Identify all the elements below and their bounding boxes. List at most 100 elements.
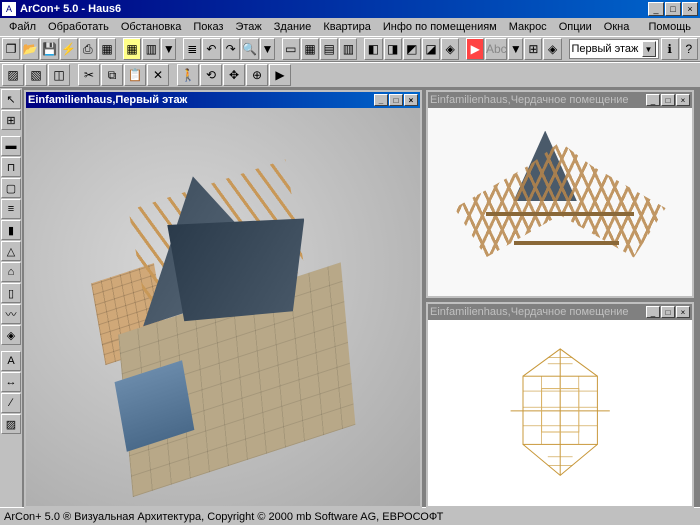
dropdown-a[interactable]: ▼ bbox=[161, 38, 176, 60]
rotate-button[interactable]: ⟲ bbox=[200, 64, 222, 86]
target-button[interactable]: ⊕ bbox=[246, 64, 268, 86]
door-tool[interactable]: ⊓ bbox=[1, 157, 21, 177]
cursor-tool[interactable]: ↖ bbox=[1, 89, 21, 109]
view-4[interactable]: ▥ bbox=[339, 38, 357, 60]
iso-3[interactable]: ◩ bbox=[403, 38, 421, 60]
view-1[interactable]: ▭ bbox=[282, 38, 300, 60]
t2-a[interactable]: ▨ bbox=[2, 64, 24, 86]
dropdown-zoom[interactable]: ▼ bbox=[260, 38, 275, 60]
child-min-atticplan[interactable]: _ bbox=[646, 306, 660, 318]
line-tool[interactable]: ∕ bbox=[1, 393, 21, 413]
t2-b[interactable]: ▧ bbox=[25, 64, 47, 86]
iso-2[interactable]: ◨ bbox=[384, 38, 402, 60]
save-button[interactable]: 💾 bbox=[40, 38, 58, 60]
terrain-tool[interactable]: 〰 bbox=[1, 304, 21, 324]
view-2[interactable]: ▦ bbox=[301, 38, 319, 60]
copy-button[interactable]: ⧉ bbox=[101, 64, 123, 86]
help-button[interactable]: ℹ bbox=[661, 38, 679, 60]
print-button[interactable]: ⎙ bbox=[79, 38, 97, 60]
t2-c[interactable]: ◫ bbox=[48, 64, 70, 86]
chevron-down-icon: ▼ bbox=[642, 41, 656, 57]
zoom-button[interactable]: 🔍 bbox=[241, 38, 259, 60]
view-3[interactable]: ▤ bbox=[320, 38, 338, 60]
tool-y[interactable]: ◈ bbox=[543, 38, 561, 60]
child-titlebar-atticplan[interactable]: Einfamilienhaus,Чердачное помещение _ □ … bbox=[428, 304, 692, 320]
menu-help[interactable]: Помощь bbox=[644, 20, 697, 34]
child-titlebar-main[interactable]: Einfamilienhaus,Первый этаж _ □ × bbox=[26, 92, 420, 108]
fill-tool[interactable]: ▨ bbox=[1, 414, 21, 434]
printpreview-button[interactable]: ▦ bbox=[98, 38, 116, 60]
attic-rafters bbox=[454, 131, 665, 272]
redo-button[interactable]: ↷ bbox=[222, 38, 240, 60]
walk-button[interactable]: 🚶 bbox=[177, 64, 199, 86]
menu-roominfo[interactable]: Инфо по помещениям bbox=[378, 20, 502, 34]
menu-furnish[interactable]: Обстановка bbox=[116, 20, 186, 34]
window-tool[interactable]: ▢ bbox=[1, 178, 21, 198]
wall-tool[interactable]: ▬ bbox=[1, 136, 21, 156]
child-titlebar-attic3d[interactable]: Einfamilienhaus,Чердачное помещение _ □ … bbox=[428, 92, 692, 108]
paste-button[interactable]: 📋 bbox=[124, 64, 146, 86]
mdi-area: Einfamilienhaus,Первый этаж _ □ × bbox=[22, 88, 700, 507]
child-close-attic3d[interactable]: × bbox=[676, 94, 690, 106]
child-max-atticplan[interactable]: □ bbox=[661, 306, 675, 318]
iso-1[interactable]: ◧ bbox=[364, 38, 382, 60]
floor-selector[interactable]: Первый этаж ▼ bbox=[569, 39, 659, 59]
text-tool[interactable]: A bbox=[1, 351, 21, 371]
maximize-button[interactable]: □ bbox=[665, 2, 681, 16]
menu-building[interactable]: Здание bbox=[269, 20, 317, 34]
iso-5[interactable]: ◈ bbox=[441, 38, 459, 60]
play-button[interactable]: ▶ bbox=[269, 64, 291, 86]
child-window-atticplan[interactable]: Einfamilienhaus,Чердачное помещение _ □ … bbox=[426, 302, 694, 508]
color-button[interactable]: Abc bbox=[485, 38, 507, 60]
child-min-main[interactable]: _ bbox=[374, 94, 388, 106]
child-max-main[interactable]: □ bbox=[389, 94, 403, 106]
undo-button[interactable]: ↶ bbox=[202, 38, 220, 60]
child-window-main[interactable]: Einfamilienhaus,Первый этаж _ □ × bbox=[24, 90, 422, 508]
menu-edit[interactable]: Обработать bbox=[43, 20, 114, 34]
menu-view[interactable]: Показ bbox=[188, 20, 228, 34]
child-close-main[interactable]: × bbox=[404, 94, 418, 106]
child-max-attic3d[interactable]: □ bbox=[661, 94, 675, 106]
menu-windows[interactable]: Окна bbox=[599, 20, 635, 34]
menu-floor[interactable]: Этаж bbox=[230, 20, 266, 34]
menu-options[interactable]: Опции bbox=[554, 20, 597, 34]
tool-x[interactable]: ⊞ bbox=[524, 38, 542, 60]
menu-file[interactable]: Файл bbox=[4, 20, 41, 34]
column-tool[interactable]: ▮ bbox=[1, 220, 21, 240]
layers-button[interactable]: ≣ bbox=[183, 38, 201, 60]
context-help-button[interactable]: ? bbox=[680, 38, 698, 60]
child-close-atticplan[interactable]: × bbox=[676, 306, 690, 318]
stair-tool[interactable]: ≡ bbox=[1, 199, 21, 219]
open-button[interactable]: 📂 bbox=[21, 38, 39, 60]
app-icon: A bbox=[2, 2, 16, 16]
child-title-atticplan: Einfamilienhaus,Чердачное помещение bbox=[430, 306, 629, 318]
toggle-b-button[interactable]: ▥ bbox=[142, 38, 160, 60]
vertical-toolbar: ↖ ⊞ ▬ ⊓ ▢ ≡ ▮ △ ⌂ ▯ 〰 ◈ A ↔ ∕ ▨ bbox=[0, 88, 22, 507]
minimize-button[interactable]: _ bbox=[648, 2, 664, 16]
move-button[interactable]: ✥ bbox=[223, 64, 245, 86]
iso-4[interactable]: ◪ bbox=[422, 38, 440, 60]
menu-macro[interactable]: Макрос bbox=[504, 20, 552, 34]
viewport-3d-attic[interactable] bbox=[428, 108, 692, 296]
roof-tool[interactable]: △ bbox=[1, 241, 21, 261]
bolt-button[interactable]: ⚡ bbox=[60, 38, 78, 60]
render-button[interactable]: ▶ bbox=[466, 38, 484, 60]
menu-apartment[interactable]: Квартира bbox=[318, 20, 376, 34]
toggle-a-button[interactable]: ▦ bbox=[123, 38, 141, 60]
viewport-3d-main[interactable] bbox=[26, 108, 420, 506]
status-text: ArCon+ 5.0 ® Визуальная Архитектура, Cop… bbox=[4, 511, 443, 523]
beam bbox=[486, 212, 634, 216]
select-tool[interactable]: ⊞ bbox=[1, 110, 21, 130]
new-button[interactable]: ❐ bbox=[2, 38, 20, 60]
dropdown-c[interactable]: ▼ bbox=[508, 38, 523, 60]
close-button[interactable]: × bbox=[682, 2, 698, 16]
child-min-attic3d[interactable]: _ bbox=[646, 94, 660, 106]
cut-button[interactable]: ✂ bbox=[78, 64, 100, 86]
child-window-attic3d[interactable]: Einfamilienhaus,Чердачное помещение _ □ … bbox=[426, 90, 694, 298]
dormer-tool[interactable]: ⌂ bbox=[1, 262, 21, 282]
chimney-tool[interactable]: ▯ bbox=[1, 283, 21, 303]
dim-tool[interactable]: ↔ bbox=[1, 372, 21, 392]
delete-button[interactable]: ✕ bbox=[147, 64, 169, 86]
viewport-plan-attic[interactable] bbox=[428, 320, 692, 506]
object-tool[interactable]: ◈ bbox=[1, 325, 21, 345]
